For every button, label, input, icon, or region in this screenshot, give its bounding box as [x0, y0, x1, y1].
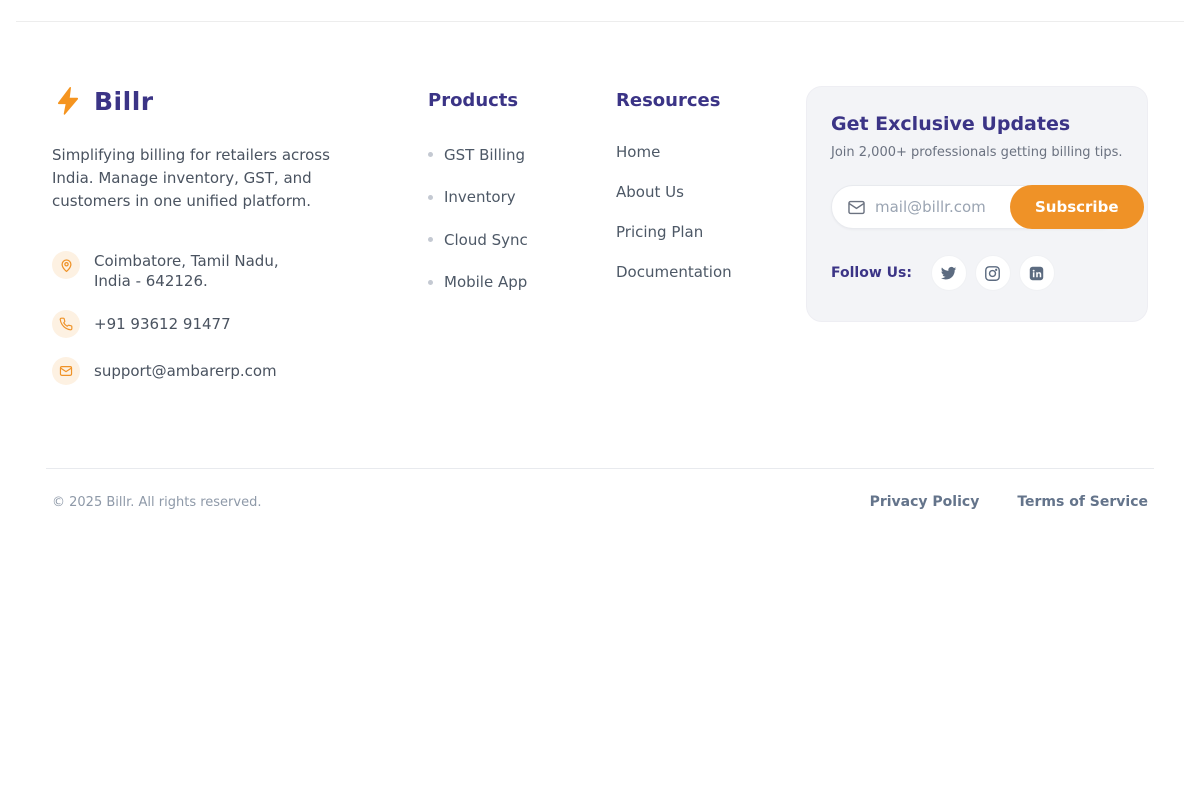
- link-home[interactable]: Home: [616, 143, 660, 161]
- lightning-bolt-icon: [52, 85, 84, 117]
- list-item: Cloud Sync: [428, 227, 592, 249]
- newsletter-card: Get Exclusive Updates Join 2,000+ profes…: [806, 86, 1148, 322]
- contact-email[interactable]: support@ambarerp.com: [52, 357, 404, 385]
- footer: Billr Simplifying billing for retailers …: [52, 22, 1148, 404]
- list-item: Documentation: [616, 262, 782, 281]
- link-cloud-sync[interactable]: Cloud Sync: [428, 231, 528, 249]
- list-item: Mobile App: [428, 270, 592, 292]
- list-item: About Us: [616, 182, 782, 201]
- link-about-us[interactable]: About Us: [616, 183, 684, 201]
- terms-of-service-link[interactable]: Terms of Service: [1017, 494, 1148, 510]
- link-label: Cloud Sync: [444, 231, 528, 249]
- contact-phone[interactable]: +91 93612 91477: [52, 310, 404, 338]
- link-documentation[interactable]: Documentation: [616, 263, 732, 281]
- brand-column: Billr Simplifying billing for retailers …: [52, 85, 404, 404]
- address-line2: India - 642126.: [94, 272, 208, 290]
- social-buttons: [931, 255, 1055, 291]
- mail-icon: [847, 198, 866, 217]
- resources-column: Resources Home About Us Pricing Plan Doc…: [616, 85, 782, 302]
- list-item: GST Billing: [428, 142, 592, 164]
- bullet-icon: [428, 237, 433, 242]
- email-input[interactable]: [875, 198, 1010, 216]
- envelope-icon: [52, 357, 80, 385]
- products-column: Products GST Billing Inventory Cloud Syn…: [428, 85, 592, 312]
- location-pin-icon: [52, 251, 80, 279]
- list-item: Home: [616, 142, 782, 161]
- newsletter-title: Get Exclusive Updates: [831, 113, 1123, 135]
- newsletter-subtitle: Join 2,000+ professionals getting billin…: [831, 145, 1123, 160]
- list-item: Pricing Plan: [616, 222, 782, 241]
- link-inventory[interactable]: Inventory: [428, 188, 516, 206]
- address-text: Coimbatore, Tamil Nadu, India - 642126.: [94, 251, 279, 291]
- list-item: Inventory: [428, 185, 592, 207]
- privacy-policy-link[interactable]: Privacy Policy: [870, 494, 980, 510]
- link-label: Mobile App: [444, 273, 527, 291]
- brand-logo[interactable]: Billr: [52, 85, 404, 117]
- link-label: Pricing Plan: [616, 223, 703, 241]
- link-label: Inventory: [444, 188, 516, 206]
- link-label: Documentation: [616, 263, 732, 281]
- resources-title: Resources: [616, 85, 782, 111]
- link-pricing-plan[interactable]: Pricing Plan: [616, 223, 703, 241]
- link-label: Home: [616, 143, 660, 161]
- follow-row: Follow Us:: [831, 255, 1123, 291]
- instagram-button[interactable]: [975, 255, 1011, 291]
- follow-us-label: Follow Us:: [831, 265, 912, 281]
- address-line1: Coimbatore, Tamil Nadu,: [94, 252, 279, 270]
- linkedin-icon: [1028, 265, 1045, 282]
- link-gst-billing[interactable]: GST Billing: [428, 146, 525, 164]
- link-label: GST Billing: [444, 146, 525, 164]
- instagram-icon: [984, 265, 1001, 282]
- resources-list: Home About Us Pricing Plan Documentation: [616, 142, 782, 281]
- bottom-bar: © 2025 Billr. All rights reserved. Priva…: [52, 469, 1148, 535]
- twitter-icon: [940, 265, 957, 282]
- contact-list: Coimbatore, Tamil Nadu, India - 642126. …: [52, 251, 404, 385]
- phone-icon: [52, 310, 80, 338]
- linkedin-button[interactable]: [1019, 255, 1055, 291]
- phone-text: +91 93612 91477: [94, 314, 231, 334]
- twitter-button[interactable]: [931, 255, 967, 291]
- products-title: Products: [428, 85, 592, 111]
- link-label: About Us: [616, 183, 684, 201]
- brand-tagline: Simplifying billing for retailers across…: [52, 144, 364, 213]
- email-text: support@ambarerp.com: [94, 361, 277, 381]
- contact-address: Coimbatore, Tamil Nadu, India - 642126.: [52, 251, 404, 291]
- subscribe-button[interactable]: Subscribe: [1010, 185, 1144, 229]
- legal-links: Privacy Policy Terms of Service: [870, 494, 1148, 510]
- bullet-icon: [428, 195, 433, 200]
- bullet-icon: [428, 152, 433, 157]
- brand-name: Billr: [94, 87, 154, 116]
- copyright-text: © 2025 Billr. All rights reserved.: [52, 495, 261, 510]
- products-list: GST Billing Inventory Cloud Sync Mobile …: [428, 142, 592, 291]
- subscribe-form: Subscribe: [831, 185, 1123, 229]
- bullet-icon: [428, 280, 433, 285]
- link-mobile-app[interactable]: Mobile App: [428, 273, 527, 291]
